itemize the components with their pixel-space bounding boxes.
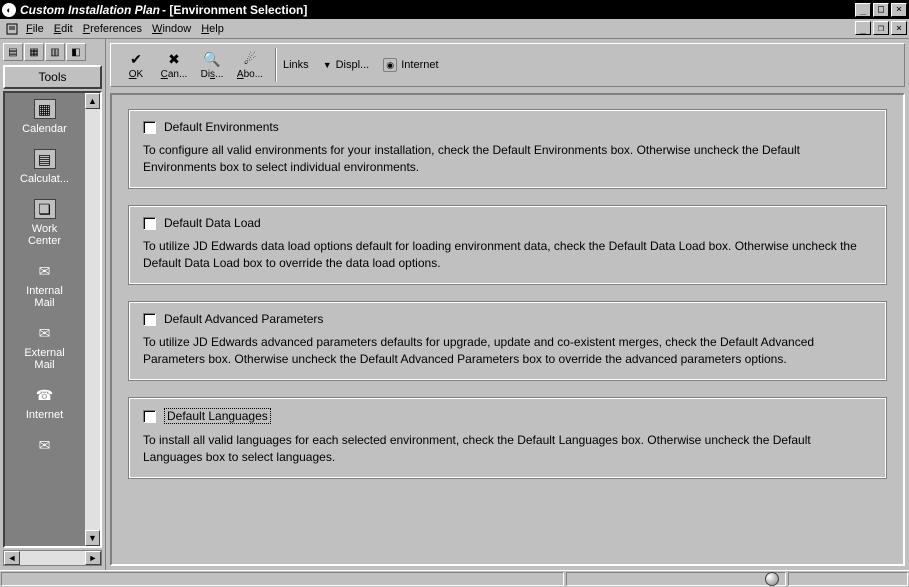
checkbox-default-environments[interactable] [143, 121, 156, 134]
checkbox-default-advanced-parameters[interactable] [143, 313, 156, 326]
work-center-icon: ❏ [34, 199, 56, 219]
checkbox-default-languages[interactable] [143, 410, 156, 423]
sidebar-toolbar: ▤ ▦ ▥ ◧ [3, 43, 102, 61]
status-cell-1 [1, 572, 564, 586]
x-icon: ✖ [155, 51, 193, 69]
group-title: Default Languages [164, 408, 271, 424]
scroll-left-icon[interactable]: ◄ [4, 551, 20, 565]
tool-calendar[interactable]: ▦ Calendar [5, 93, 84, 143]
group-description: To install all valid languages for each … [143, 432, 872, 466]
sidebar-tool-1[interactable]: ▤ [3, 43, 23, 61]
tools-vscrollbar[interactable]: ▲ ▼ [84, 93, 100, 546]
menu-edit[interactable]: Edit [54, 23, 73, 35]
group-title: Default Advanced Parameters [164, 312, 323, 326]
sidebar: ▤ ▦ ▥ ◧ Tools ▦ Calendar ▤ Calculat... ❏… [0, 39, 106, 570]
group-description: To utilize JD Edwards data load options … [143, 238, 872, 272]
checkbox-default-data-load[interactable] [143, 217, 156, 230]
tool-more[interactable]: ✉ [5, 429, 84, 467]
doc-icon [4, 21, 20, 37]
display-button[interactable]: 🔍 Dis... [193, 51, 231, 80]
close-button[interactable]: × [891, 3, 907, 17]
tools-list: ▦ Calendar ▤ Calculat... ❏ WorkCenter ✉ … [3, 91, 102, 548]
menu-file[interactable]: File [26, 23, 44, 35]
tool-external-mail[interactable]: ✉ ExternalMail [5, 317, 84, 379]
mdi-close-button[interactable]: × [891, 21, 907, 35]
maximize-button[interactable]: □ [873, 3, 889, 17]
internet-link[interactable]: ◉ Internet [383, 58, 438, 72]
group-description: To utilize JD Edwards advanced parameter… [143, 334, 872, 368]
window-title-app: Custom Installation Plan [20, 3, 160, 17]
check-icon: ✔ [117, 51, 155, 69]
status-cell-3 [788, 572, 908, 586]
mail-icon: ✉ [34, 323, 56, 343]
internet-icon: ◉ [383, 58, 397, 72]
group-title: Default Data Load [164, 216, 261, 230]
status-bar [0, 570, 909, 587]
group-title: Default Environments [164, 120, 279, 134]
minimize-button[interactable]: _ [855, 3, 871, 17]
calendar-icon: ▦ [34, 99, 56, 119]
scroll-right-icon[interactable]: ► [85, 551, 101, 565]
ok-button[interactable]: ✔ OK [117, 51, 155, 80]
about-button[interactable]: ☄ Abo... [231, 51, 269, 80]
tools-hscrollbar[interactable]: ◄ ► [3, 550, 102, 566]
dropdown-icon: ▼ [323, 60, 332, 70]
menu-window[interactable]: Window [152, 23, 191, 35]
mail-icon: ✉ [34, 261, 56, 281]
display-icon: 🔍 [193, 51, 231, 69]
scroll-down-icon[interactable]: ▼ [85, 530, 100, 546]
group-default-languages: Default Languages To install all valid l… [128, 397, 887, 479]
globe-icon [765, 572, 779, 586]
toolbar: ✔ OK ✖ Can... 🔍 Dis... ☄ Abo... Links ▼ … [110, 43, 905, 87]
menu-preferences[interactable]: Preferences [83, 23, 142, 35]
mdi-restore-button[interactable]: ❐ [873, 21, 889, 35]
group-default-data-load: Default Data Load To utilize JD Edwards … [128, 205, 887, 285]
displ-dropdown[interactable]: ▼ Displ... [323, 59, 370, 71]
toolbar-separator [275, 48, 277, 82]
main-panel: ✔ OK ✖ Can... 🔍 Dis... ☄ Abo... Links ▼ … [106, 39, 909, 570]
phone-icon: ☎ [34, 385, 56, 405]
links-label: Links [283, 59, 309, 71]
group-default-environments: Default Environments To configure all va… [128, 109, 887, 189]
status-cell-2 [566, 572, 786, 586]
sidebar-tool-3[interactable]: ▥ [45, 43, 65, 61]
tools-header[interactable]: Tools [3, 65, 102, 89]
about-icon: ☄ [231, 51, 269, 69]
tool-work-center[interactable]: ❏ WorkCenter [5, 193, 84, 255]
sidebar-tool-4[interactable]: ◧ [66, 43, 86, 61]
cancel-button[interactable]: ✖ Can... [155, 51, 193, 80]
title-bar: ◐ Custom Installation Plan - [Environmen… [0, 0, 909, 19]
more-icon: ✉ [34, 435, 56, 455]
app-icon: ◐ [2, 3, 16, 17]
tool-calculator[interactable]: ▤ Calculat... [5, 143, 84, 193]
group-description: To configure all valid environments for … [143, 142, 872, 176]
window-title-doc: - [Environment Selection] [162, 3, 307, 17]
group-default-advanced-parameters: Default Advanced Parameters To utilize J… [128, 301, 887, 381]
tool-internal-mail[interactable]: ✉ InternalMail [5, 255, 84, 317]
sidebar-tool-2[interactable]: ▦ [24, 43, 44, 61]
tool-internet[interactable]: ☎ Internet [5, 379, 84, 429]
mdi-minimize-button[interactable]: _ [855, 21, 871, 35]
calculator-icon: ▤ [34, 149, 56, 169]
scroll-up-icon[interactable]: ▲ [85, 93, 100, 109]
menu-help[interactable]: Help [201, 23, 224, 35]
menu-bar: File Edit Preferences Window Help _ ❐ × [0, 19, 909, 39]
content-area: Default Environments To configure all va… [110, 93, 905, 566]
